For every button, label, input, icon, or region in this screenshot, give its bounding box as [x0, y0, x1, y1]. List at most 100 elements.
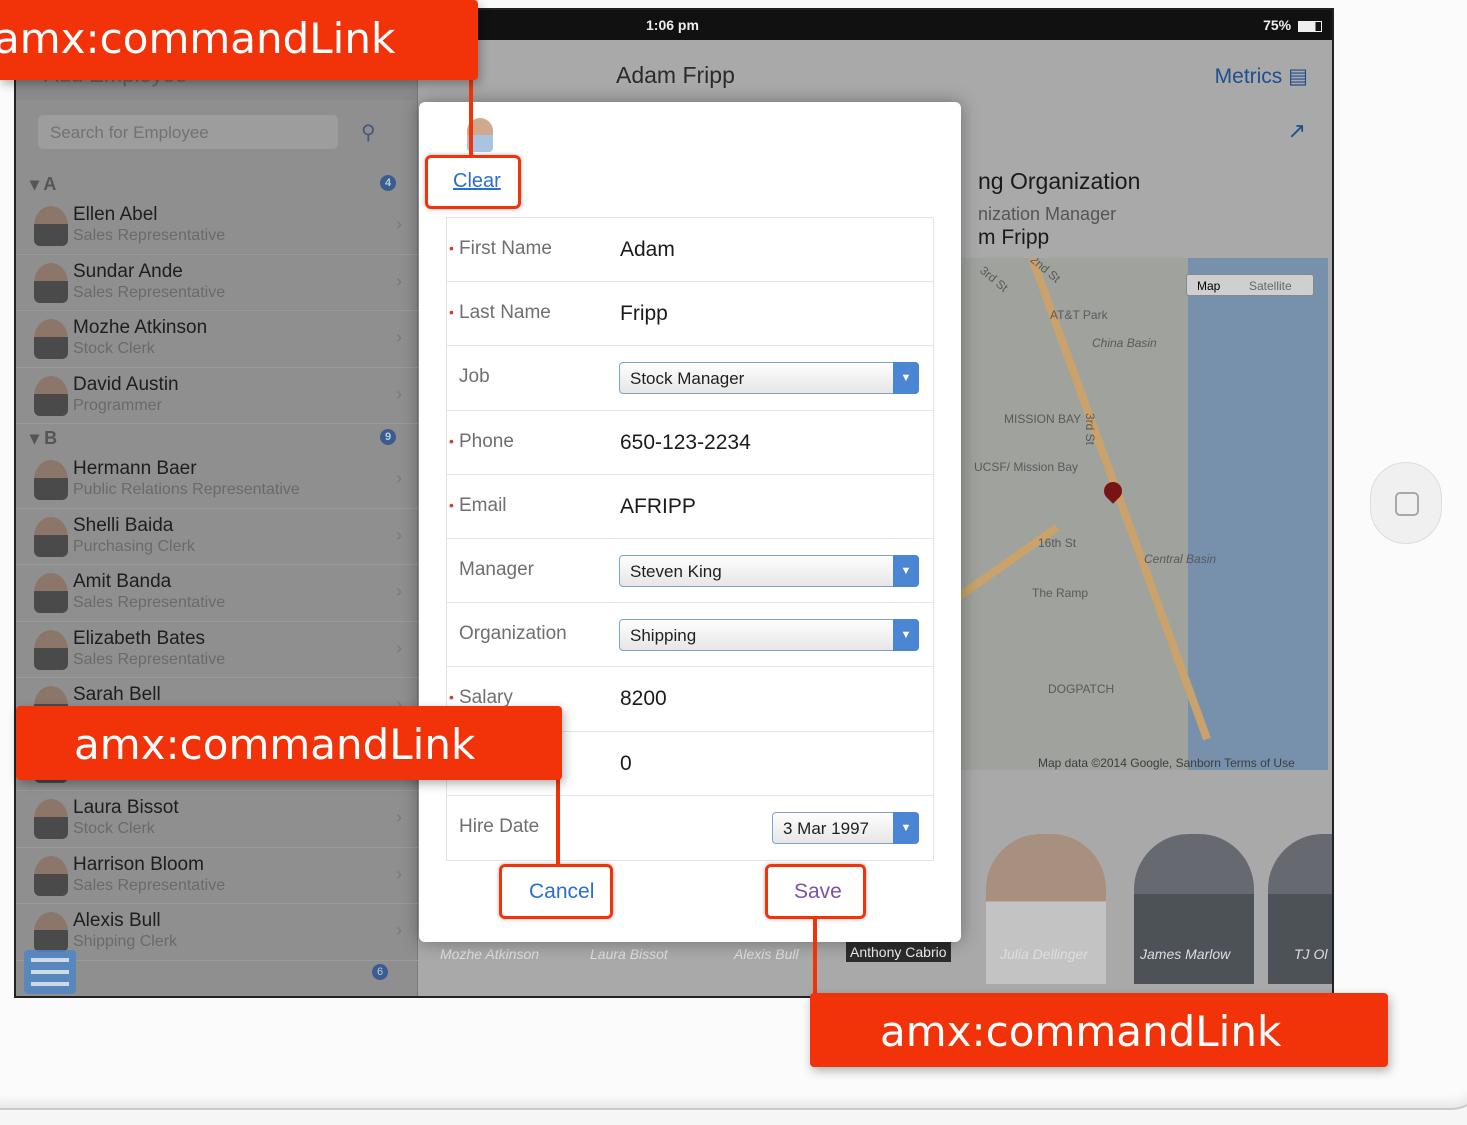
list-item[interactable]: Elizabeth Bates Sales Representative ›	[16, 622, 418, 678]
page-title: Adam Fripp	[616, 62, 735, 88]
avatar	[34, 855, 68, 896]
map-label: AT&T Park	[1050, 308, 1108, 322]
chevron-down-icon[interactable]: ▼	[893, 554, 919, 587]
employee-name: Ellen Abel	[73, 204, 158, 225]
map-label: 3rd St	[977, 263, 1011, 295]
carousel-label[interactable]: Alexis Bull	[734, 946, 799, 962]
carousel-label[interactable]: TJ Ol	[1294, 946, 1327, 962]
employee-job: Stock Clerk	[73, 340, 155, 357]
employee-job: Sales Representative	[73, 594, 226, 611]
field-select[interactable]: 3 Mar 1997 ▼	[772, 811, 919, 844]
carousel-label[interactable]: Anthony Cabrio	[846, 942, 951, 962]
search-icon[interactable]: ⚲	[361, 120, 376, 145]
field-label: Last Name	[459, 302, 551, 324]
employee-job: Sales Representative	[73, 650, 226, 668]
chevron-down-icon[interactable]: ▼	[893, 619, 919, 652]
map-label: MISSION BAY	[1004, 412, 1082, 426]
list-item[interactable]: Sundar Ande Sales Representative ›	[16, 255, 418, 311]
carousel-label[interactable]: James Marlow	[1140, 946, 1230, 962]
carousel-label[interactable]: Julia Dellinger	[1000, 946, 1088, 962]
employee-job: Programmer	[73, 396, 162, 414]
home-square-icon	[1395, 492, 1419, 516]
callout-middle: amx:commandLink	[16, 706, 562, 780]
callout-bottom: amx:commandLink	[810, 993, 1388, 1067]
employee-name: Elizabeth Bates	[73, 627, 206, 649]
employee-name: Sundar Ande	[73, 260, 183, 282]
section-header[interactable]: ▾ A 4	[16, 170, 418, 198]
metrics-label: Metrics	[1214, 65, 1283, 88]
avatar	[34, 629, 68, 670]
section-count-badge: 4	[380, 175, 396, 191]
employee-list: ▾ A 4 Ellen Abel Sales Representative › Sunda…	[16, 170, 418, 961]
list-item[interactable]: Hermann Baer Public Relations Representat…	[16, 452, 418, 509]
avatar	[34, 319, 68, 359]
employee-job: Shipping Clerk	[73, 933, 178, 950]
share-icon[interactable]: ↗	[1288, 118, 1306, 144]
field-input[interactable]: Adam	[620, 238, 675, 262]
list-item[interactable]: Harrison Bloom Sales Representative ›	[16, 848, 418, 904]
select-value: Shipping	[630, 626, 697, 646]
disclosure-triangle-icon: ▾	[30, 174, 40, 194]
chevron-right-icon: ›	[396, 468, 402, 488]
required-indicator: •	[449, 496, 454, 513]
form-row: Job Stock Manager ▼	[447, 346, 933, 411]
org-manager-name: m Fripp	[978, 226, 1050, 249]
field-select[interactable]: Stock Manager ▼	[619, 362, 919, 395]
clear-highlight-ring	[425, 155, 521, 209]
employee-job: Sales Representative	[73, 283, 226, 301]
map-label: Central Basin	[1144, 552, 1217, 566]
field-input[interactable]: 8200	[620, 687, 667, 711]
carousel-label[interactable]: Laura Bissot	[590, 946, 668, 962]
list-item[interactable]: Alexis Bull Shipping Clerk ›	[16, 904, 418, 961]
chevron-right-icon: ›	[396, 637, 402, 658]
chevron-down-icon[interactable]: ▼	[893, 811, 919, 844]
org-manager-label: nization Manager	[978, 204, 1117, 224]
avatar	[34, 460, 68, 500]
list-item[interactable]: Ellen Abel Sales Representative ›	[16, 198, 418, 255]
battery-indicator: 75%	[1263, 17, 1322, 33]
field-input[interactable]: Fripp	[620, 302, 668, 326]
metrics-button[interactable]: Metrics ▤	[1215, 64, 1308, 89]
map-type-satellite[interactable]: Satellite	[1249, 279, 1292, 293]
field-label: Organization	[459, 623, 567, 645]
select-value: Steven King	[630, 561, 722, 581]
edit-employee-popup: Clear • First Name Adam • Last Name Fripp Job S…	[419, 102, 961, 942]
employee-name: Amit Banda	[73, 571, 172, 592]
map-label: UCSF/ Mission Bay	[974, 460, 1079, 474]
employee-name: Laura Bissot	[73, 797, 179, 818]
list-item[interactable]: Mozhe Atkinson Stock Clerk ›	[16, 311, 418, 368]
chevron-down-icon[interactable]: ▼	[893, 362, 919, 395]
field-label: Email	[459, 494, 507, 516]
section-header[interactable]: ▾ B 9	[16, 424, 418, 452]
map-type-map[interactable]: Map	[1197, 279, 1220, 293]
field-select[interactable]: Shipping ▼	[619, 619, 919, 652]
home-button[interactable]	[1370, 462, 1442, 544]
field-input[interactable]: 650-123-2234	[620, 431, 751, 455]
chevron-right-icon: ›	[396, 270, 402, 291]
employee-name: Hermann Baer	[73, 458, 197, 479]
chevron-right-icon: ›	[396, 807, 402, 827]
list-item[interactable]: Laura Bissot Stock Clerk ›	[16, 791, 418, 848]
callout-connector	[469, 78, 473, 156]
menu-icon[interactable]	[24, 950, 76, 994]
battery-icon	[1298, 20, 1322, 32]
field-input[interactable]: 0	[620, 752, 632, 776]
map-view[interactable]: Map Satellite AT&T Park China Basin MISS…	[958, 258, 1328, 770]
field-input[interactable]: AFRIPP	[620, 495, 696, 519]
chevron-right-icon: ›	[396, 327, 402, 347]
map-type-toggle[interactable]: Map Satellite	[1186, 274, 1314, 296]
list-item[interactable]: Amit Banda Sales Representative ›	[16, 565, 418, 622]
bar-chart-icon: ▤	[1288, 65, 1308, 88]
map-label: 3rd St	[1083, 412, 1098, 446]
org-heading: ng Organization	[978, 168, 1141, 194]
field-select[interactable]: Steven King ▼	[619, 554, 919, 587]
list-item[interactable]: Shelli Baida Purchasing Clerk ›	[16, 509, 418, 565]
list-item[interactable]: David Austin Programmer ›	[16, 368, 418, 424]
form-row: • Last Name Fripp	[447, 282, 933, 347]
employee-name: Shelli Baida	[73, 514, 174, 536]
carousel-label[interactable]: Mozhe Atkinson	[440, 946, 539, 962]
employee-search-input[interactable]: Search for Employee	[38, 115, 338, 149]
callout-connector	[813, 917, 817, 995]
employee-job: Stock Clerk	[73, 820, 155, 837]
select-value: Stock Manager	[630, 369, 745, 389]
